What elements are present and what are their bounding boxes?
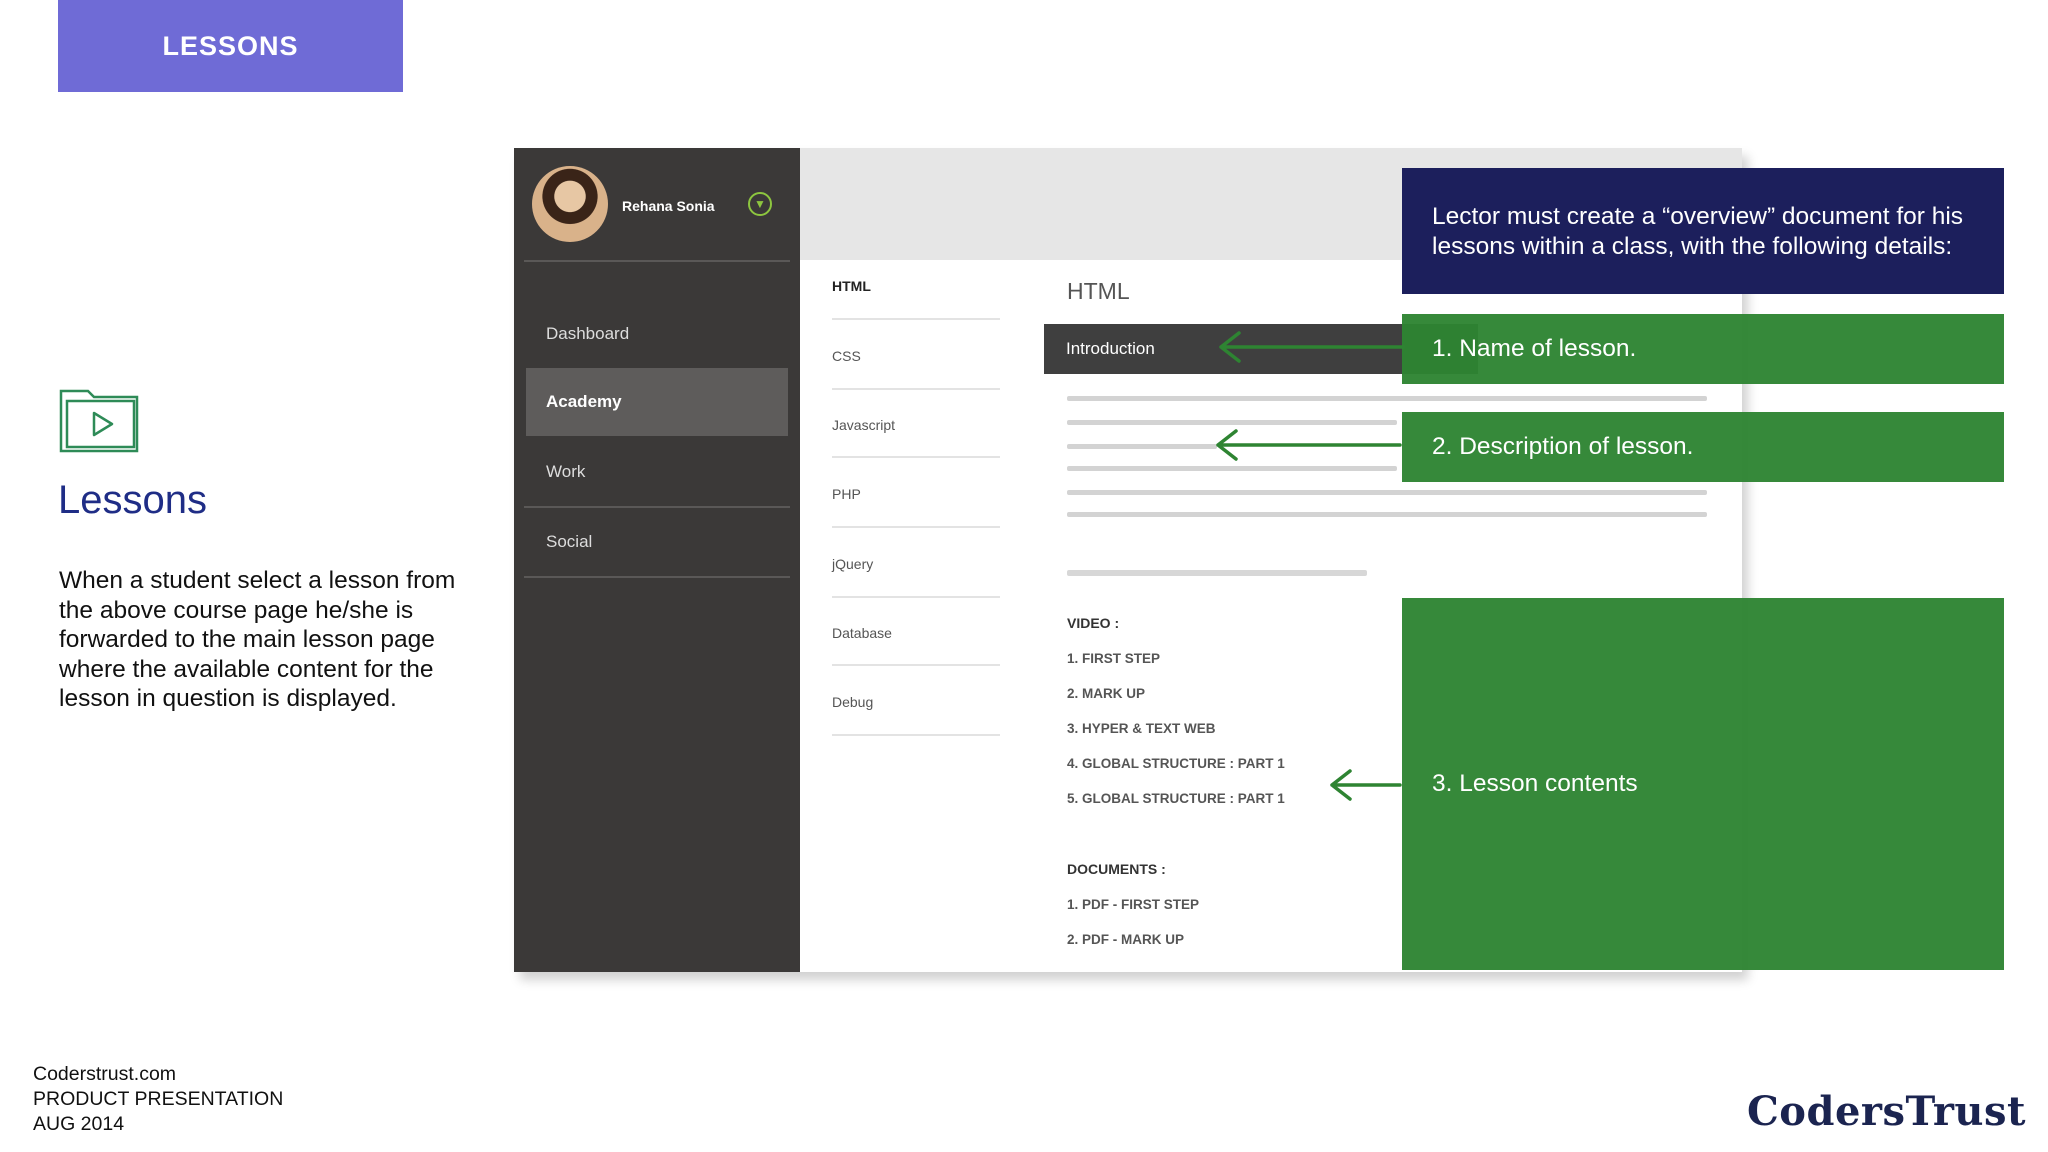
sidebar-item-academy[interactable]: Academy	[546, 392, 622, 412]
subnav-item-database[interactable]: Database	[832, 625, 892, 641]
note-name-text: 1. Name of lesson.	[1432, 335, 1637, 362]
note-lesson-contents: 3. Lesson contents	[1402, 598, 2004, 970]
subnav-item-javascript[interactable]: Javascript	[832, 417, 895, 433]
footer-date: AUG 2014	[33, 1113, 125, 1135]
slide-description: When a student select a lesson from the …	[59, 567, 456, 712]
placeholder-text-line	[1067, 490, 1707, 495]
divider	[832, 456, 1000, 458]
placeholder-text-line	[1067, 420, 1397, 425]
divider	[524, 506, 790, 508]
footer-site: Coderstrust.com	[33, 1063, 177, 1085]
brand-logo: CodersTrust	[1746, 1088, 2026, 1135]
placeholder-text-line	[1067, 396, 1707, 401]
footer: Coderstrust.com PRODUCT PRESENTATION AUG…	[33, 1062, 283, 1137]
divider	[832, 526, 1000, 528]
chevron-down-icon[interactable]: ▼	[748, 192, 772, 216]
video-heading: VIDEO :	[1067, 615, 1120, 631]
sidebar-item-dashboard[interactable]: Dashboard	[546, 324, 629, 344]
subnav-item-css[interactable]: CSS	[832, 348, 861, 364]
note-name-of-lesson: 1. Name of lesson.	[1402, 314, 2004, 384]
subnav-item-php[interactable]: PHP	[832, 486, 861, 502]
divider	[524, 260, 790, 262]
divider	[832, 596, 1000, 598]
section-badge: LESSONS	[58, 0, 403, 92]
divider	[524, 576, 790, 578]
sidebar: Rehana Sonia ▼ Dashboard Academy Work So…	[514, 148, 800, 972]
arrow-left-icon	[1330, 769, 1402, 801]
sidebar-item-social[interactable]: Social	[546, 532, 592, 552]
note-overview: Lector must create a “overview” document…	[1402, 168, 2004, 294]
document-item[interactable]: 1. PDF - FIRST STEP	[1067, 897, 1199, 912]
note-description-of-lesson: 2. Description of lesson.	[1402, 412, 2004, 482]
video-item[interactable]: 2. MARK UP	[1067, 686, 1145, 701]
divider	[832, 388, 1000, 390]
folder-play-icon	[59, 389, 139, 453]
subnav-item-debug[interactable]: Debug	[832, 694, 873, 710]
user-name: Rehana Sonia	[622, 198, 715, 214]
lesson-meta-line	[1067, 570, 1367, 576]
video-item[interactable]: 5. GLOBAL STRUCTURE : PART 1	[1067, 791, 1285, 806]
video-item[interactable]: 3. HYPER & TEXT WEB	[1067, 721, 1216, 736]
subnav-item-html[interactable]: HTML	[832, 278, 871, 294]
note-contents-text: 3. Lesson contents	[1432, 770, 1638, 797]
video-item[interactable]: 4. GLOBAL STRUCTURE : PART 1	[1067, 756, 1285, 771]
note-description-text: 2. Description of lesson.	[1432, 433, 1694, 460]
arrow-left-icon	[1216, 429, 1402, 461]
placeholder-text-line	[1067, 512, 1707, 517]
divider	[832, 664, 1000, 666]
avatar[interactable]	[532, 166, 608, 242]
arrow-left-icon	[1219, 331, 1405, 363]
documents-heading: DOCUMENTS :	[1067, 861, 1166, 877]
subnav-item-jquery[interactable]: jQuery	[832, 556, 873, 572]
video-item[interactable]: 1. FIRST STEP	[1067, 651, 1160, 666]
footer-title: PRODUCT PRESENTATION	[33, 1088, 284, 1110]
document-item[interactable]: 2. PDF - MARK UP	[1067, 932, 1184, 947]
page-title: Lessons	[58, 478, 207, 522]
divider	[832, 734, 1000, 736]
placeholder-text-line	[1067, 466, 1397, 471]
sidebar-item-work[interactable]: Work	[546, 462, 585, 482]
content-title: HTML	[1067, 278, 1130, 304]
placeholder-text-line	[1067, 444, 1217, 449]
divider	[832, 318, 1000, 320]
